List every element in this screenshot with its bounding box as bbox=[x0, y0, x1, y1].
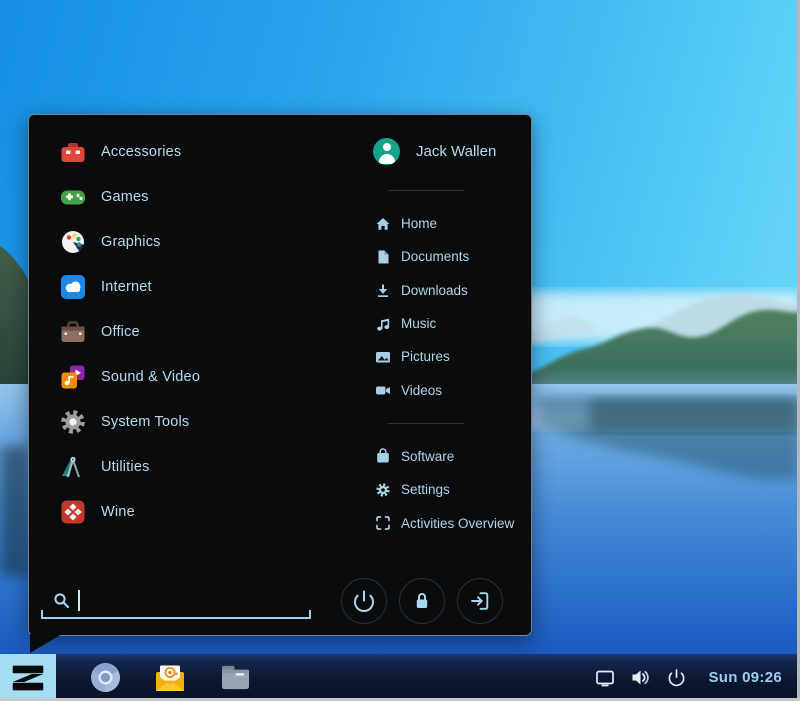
category-label: Wine bbox=[101, 504, 135, 520]
lock-icon bbox=[410, 589, 434, 613]
user-account-button[interactable]: Jack Wallen bbox=[373, 129, 523, 174]
desktop-screen: Accessories Games bbox=[0, 0, 800, 701]
lock-button[interactable] bbox=[399, 578, 445, 624]
power-button[interactable] bbox=[341, 578, 387, 624]
logout-button[interactable] bbox=[457, 578, 503, 624]
place-label: Pictures bbox=[401, 349, 450, 364]
places-panel: Jack Wallen Home Documents bbox=[373, 129, 523, 540]
category-graphics[interactable]: Graphics bbox=[59, 219, 309, 264]
category-label: Graphics bbox=[101, 234, 161, 250]
chromium-launcher[interactable] bbox=[89, 662, 121, 694]
category-list: Accessories Games bbox=[59, 129, 309, 534]
system-settings[interactable]: Settings bbox=[373, 473, 523, 506]
menu-divider bbox=[388, 423, 464, 424]
category-internet[interactable]: Internet bbox=[59, 264, 309, 309]
picture-icon bbox=[375, 349, 391, 365]
clock[interactable]: Sun 09:26 bbox=[708, 669, 782, 686]
category-label: Sound & Video bbox=[101, 369, 200, 385]
user-avatar bbox=[373, 138, 400, 165]
download-icon bbox=[375, 282, 391, 298]
settings-gear-icon bbox=[375, 482, 391, 498]
home-icon bbox=[375, 216, 391, 232]
category-wine[interactable]: Wine bbox=[59, 489, 309, 534]
document-icon bbox=[375, 249, 391, 265]
system-tray: Sun 09:26 bbox=[594, 667, 800, 688]
music-note-icon bbox=[375, 316, 391, 332]
session-buttons bbox=[341, 578, 503, 624]
place-label: Home bbox=[401, 216, 437, 231]
display-settings-tray-icon[interactable] bbox=[594, 667, 615, 688]
place-label: Videos bbox=[401, 383, 442, 398]
place-label: Documents bbox=[401, 249, 469, 264]
place-home[interactable]: Home bbox=[373, 207, 523, 240]
wine-diamonds-icon bbox=[59, 498, 87, 526]
search-icon bbox=[53, 592, 70, 609]
mail-launcher[interactable] bbox=[154, 662, 186, 694]
place-label: Music bbox=[401, 316, 436, 331]
compass-icon bbox=[59, 453, 87, 481]
app-menu-popup: Accessories Games bbox=[28, 114, 532, 636]
mail-icon bbox=[154, 663, 186, 693]
overview-corners-icon bbox=[375, 515, 391, 531]
briefcase-icon bbox=[59, 318, 87, 346]
volume-tray-icon[interactable] bbox=[630, 667, 651, 688]
power-icon bbox=[352, 589, 376, 613]
files-launcher[interactable] bbox=[219, 662, 251, 694]
category-label: System Tools bbox=[101, 414, 189, 430]
system-software[interactable]: Software bbox=[373, 440, 523, 473]
place-music[interactable]: Music bbox=[373, 307, 523, 340]
place-pictures[interactable]: Pictures bbox=[373, 340, 523, 373]
category-label: Internet bbox=[101, 279, 152, 295]
menu-divider bbox=[388, 190, 464, 191]
category-games[interactable]: Games bbox=[59, 174, 309, 219]
system-label: Software bbox=[401, 449, 454, 464]
category-label: Office bbox=[101, 324, 140, 340]
system-label: Activities Overview bbox=[401, 516, 514, 531]
toolbox-icon bbox=[59, 138, 87, 166]
zorin-logo-icon bbox=[7, 657, 49, 699]
category-utilities[interactable]: Utilities bbox=[59, 444, 309, 489]
category-label: Utilities bbox=[101, 459, 150, 475]
palette-icon bbox=[59, 228, 87, 256]
gamepad-icon bbox=[59, 183, 87, 211]
search-input[interactable] bbox=[41, 583, 311, 619]
place-label: Downloads bbox=[401, 283, 468, 298]
folder-icon bbox=[220, 664, 251, 691]
category-sound-video[interactable]: Sound & Video bbox=[59, 354, 309, 399]
place-downloads[interactable]: Downloads bbox=[373, 274, 523, 307]
gear-icon bbox=[59, 408, 87, 436]
logout-icon bbox=[468, 589, 492, 613]
power-tray-icon[interactable] bbox=[666, 667, 687, 688]
system-label: Settings bbox=[401, 482, 450, 497]
video-camera-icon bbox=[375, 382, 391, 398]
category-system-tools[interactable]: System Tools bbox=[59, 399, 309, 444]
category-label: Accessories bbox=[101, 144, 181, 160]
user-name: Jack Wallen bbox=[416, 143, 496, 160]
text-caret bbox=[78, 590, 80, 611]
cloud-icon bbox=[59, 273, 87, 301]
software-bag-icon bbox=[375, 448, 391, 464]
zorin-menu-button[interactable] bbox=[0, 654, 56, 701]
chromium-icon bbox=[90, 662, 121, 693]
place-documents[interactable]: Documents bbox=[373, 240, 523, 273]
system-activities-overview[interactable]: Activities Overview bbox=[373, 506, 523, 539]
taskbar: Sun 09:26 bbox=[0, 654, 800, 701]
music-video-icon bbox=[59, 363, 87, 391]
category-label: Games bbox=[101, 189, 149, 205]
place-videos[interactable]: Videos bbox=[373, 373, 523, 406]
category-office[interactable]: Office bbox=[59, 309, 309, 354]
category-accessories[interactable]: Accessories bbox=[59, 129, 309, 174]
